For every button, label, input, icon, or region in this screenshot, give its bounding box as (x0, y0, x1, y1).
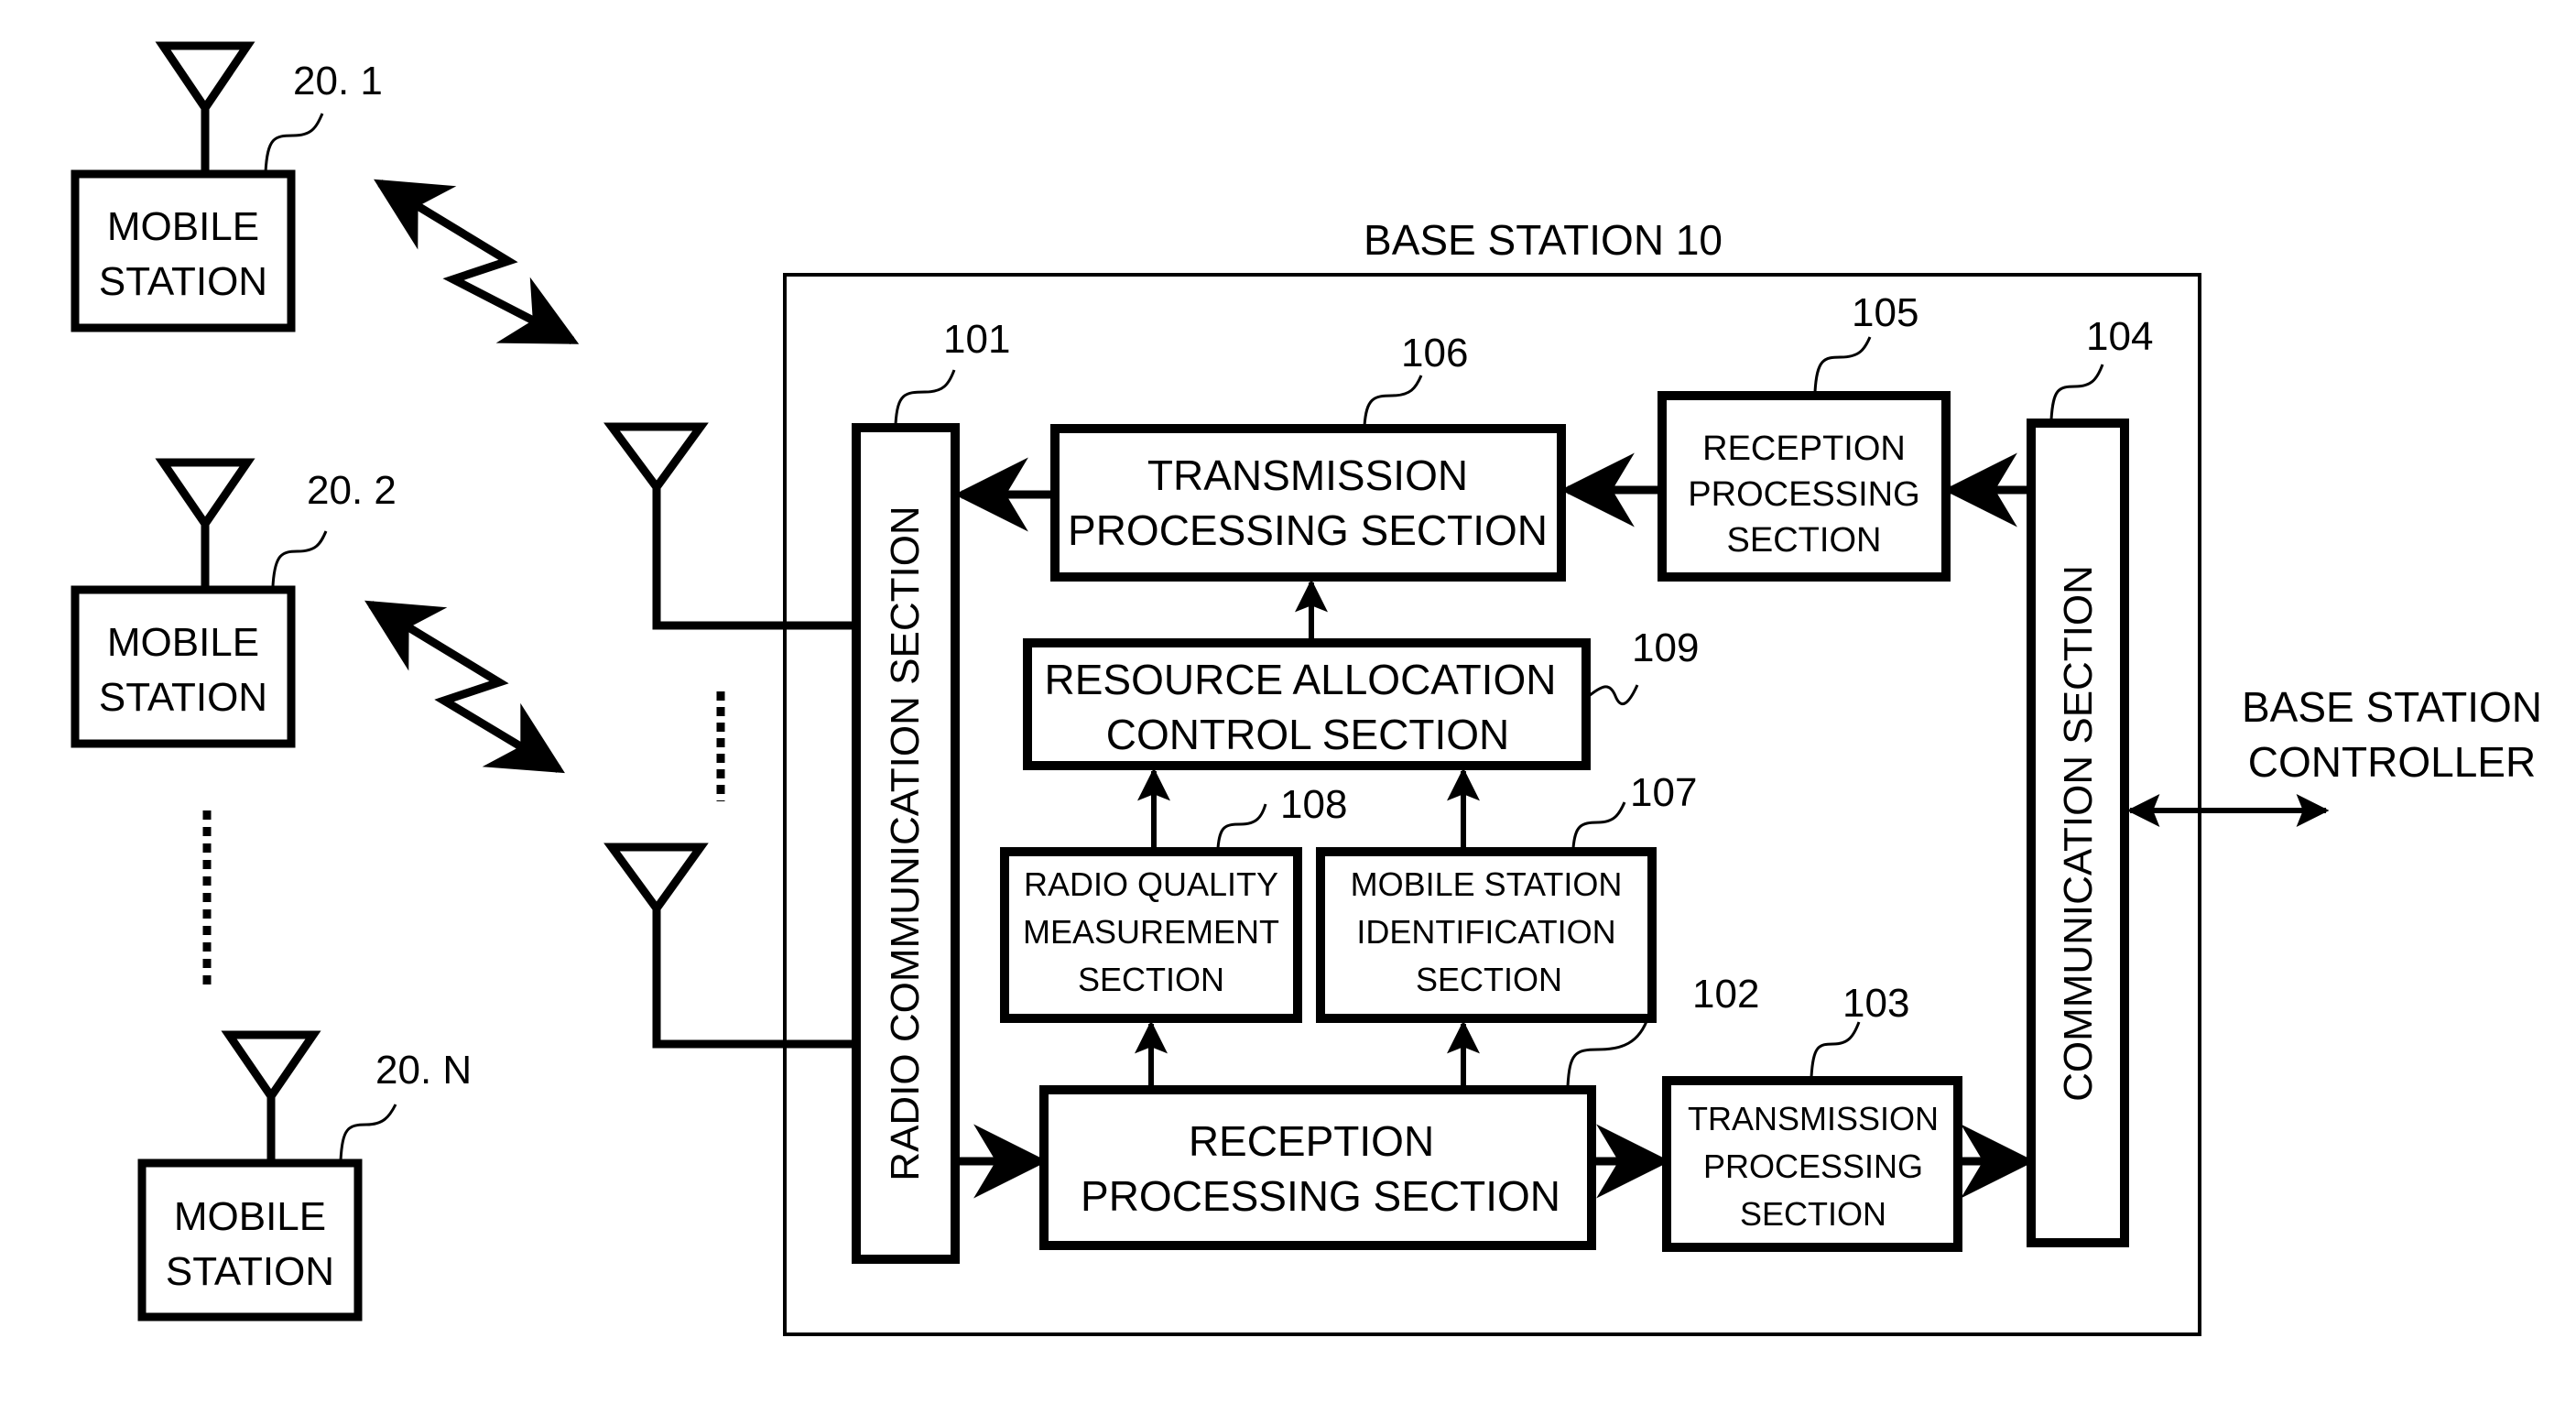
ref-104: 104 (2086, 314, 2153, 359)
block-105-line1: RECEPTION (1702, 430, 1906, 468)
mobile-station-label-line2: STATION (99, 259, 267, 304)
mobile-station-box (71, 169, 296, 332)
block-109-line2: CONTROL SECTION (1106, 711, 1509, 758)
ref-101: 101 (943, 317, 1010, 362)
communication-section-label: COMMUNICATION SECTION (2056, 565, 2101, 1102)
mobile-station-2: MOBILE STATION 20. 2 (71, 458, 397, 748)
block-107-line3: SECTION (1416, 961, 1562, 998)
block-107-line2: IDENTIFICATION (1356, 913, 1615, 951)
block-108-line3: SECTION (1078, 961, 1224, 998)
base-station-block-diagram: MOBILE STATION 20. 1 MOBILE STATION 20. … (71, 41, 2542, 1336)
ref-106: 106 (1401, 331, 1468, 375)
radio-communication-section: RADIO COMMUNICATION SECTION 101 (852, 317, 1010, 1264)
ref-20-2: 20. 2 (307, 468, 397, 513)
transmission-processing-section-106: TRANSMISSION PROCESSING SECTION 106 (1050, 331, 1566, 582)
block-103-line2: PROCESSING (1703, 1148, 1923, 1185)
mobile-station-1: MOBILE STATION 20. 1 (71, 41, 383, 332)
antenna-icon (221, 1030, 321, 1161)
ref-109: 109 (1632, 625, 1699, 670)
block-106-line2: PROCESSING SECTION (1068, 506, 1548, 554)
reception-processing-section-105: RECEPTION PROCESSING SECTION 105 (1658, 290, 1951, 582)
controller-label-line1: BASE STATION (2242, 683, 2542, 731)
block-108-line1: RADIO QUALITY (1024, 865, 1278, 903)
block-105-line2: PROCESSING (1688, 475, 1919, 514)
ref-102: 102 (1692, 972, 1759, 1017)
block-105-line3: SECTION (1727, 521, 1882, 560)
transmission-processing-section-103: TRANSMISSION PROCESSING SECTION 103 (1662, 981, 1962, 1252)
communication-section: COMMUNICATION SECTION 104 (2027, 314, 2153, 1247)
mobile-station-n: MOBILE STATION 20. N (137, 1030, 472, 1322)
mobile-station-label-line1: MOBILE (174, 1194, 326, 1239)
ref-20-n: 20. N (375, 1048, 472, 1093)
antenna-icon (155, 41, 255, 172)
mobile-station-label-line1: MOBILE (107, 620, 259, 665)
ref-103: 103 (1842, 981, 1909, 1026)
mobile-station-label-line1: MOBILE (107, 204, 259, 249)
ref-108: 108 (1280, 782, 1347, 827)
block-103-line3: SECTION (1740, 1195, 1886, 1233)
block-107-line1: MOBILE STATION (1351, 865, 1623, 903)
base-station-title: BASE STATION 10 (1364, 216, 1723, 264)
ref-107: 107 (1630, 770, 1697, 815)
ref-20-1: 20. 1 (293, 59, 383, 103)
ref-105: 105 (1852, 290, 1918, 335)
antenna-icon (155, 458, 255, 588)
antenna-icon (603, 843, 856, 1049)
radio-link-icon (364, 600, 565, 774)
radio-link-icon (374, 179, 580, 345)
mobile-station-label-line2: STATION (99, 675, 267, 720)
block-108-line2: MEASUREMENT (1023, 913, 1279, 951)
mobile-station-identification-section: MOBILE STATION IDENTIFICATION SECTION 10… (1316, 770, 1697, 1023)
radio-communication-label: RADIO COMMUNICATION SECTION (883, 506, 928, 1180)
resource-allocation-control-section: RESOURCE ALLOCATION CONTROL SECTION 109 (1023, 625, 1699, 770)
mobile-station-box (71, 585, 296, 748)
controller-label-line2: CONTROLLER (2248, 738, 2536, 786)
block-102-line1: RECEPTION (1189, 1117, 1434, 1165)
block-109-line1: RESOURCE ALLOCATION (1045, 656, 1557, 703)
mobile-station-label-line2: STATION (166, 1249, 334, 1294)
block-103-line1: TRANSMISSION (1688, 1100, 1939, 1137)
radio-quality-measurement-section: RADIO QUALITY MEASUREMENT SECTION 108 (1000, 782, 1347, 1023)
block-102-line2: PROCESSING SECTION (1081, 1172, 1560, 1220)
antenna-icon (603, 422, 856, 630)
block-106-line1: TRANSMISSION (1147, 451, 1468, 499)
